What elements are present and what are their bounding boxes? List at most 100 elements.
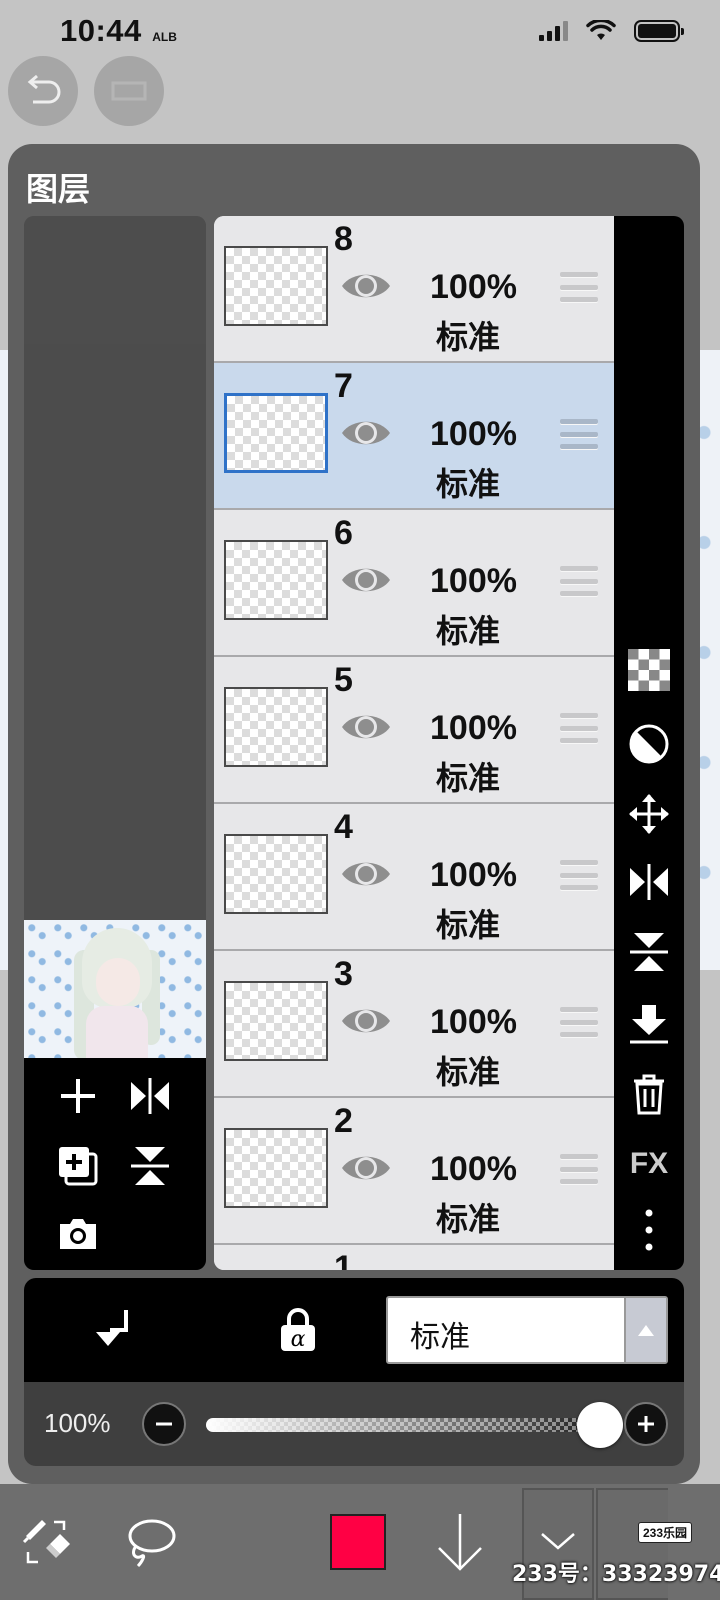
watermark-badge: 233乐园	[638, 1522, 693, 1543]
alpha-lock-icon: α	[281, 1308, 315, 1352]
layer-blend-mode: 标准	[436, 465, 501, 503]
camera-import-button[interactable]	[50, 1206, 106, 1262]
layer-blend-mode: 标准	[436, 906, 501, 944]
brush-eraser-toggle-button[interactable]	[8, 1484, 88, 1600]
opacity-control: 100%	[24, 1382, 684, 1466]
layer-down-button[interactable]	[420, 1484, 500, 1600]
layer-thumbnail[interactable]	[224, 981, 328, 1061]
eye-icon	[342, 274, 390, 298]
layer-thumbnail[interactable]	[224, 834, 328, 914]
opacity-slider-track[interactable]	[206, 1418, 596, 1432]
blend-mode-select[interactable]: 标准	[386, 1296, 668, 1364]
visibility-toggle-button[interactable]	[340, 856, 392, 892]
alpha-lock-button[interactable]: α	[270, 1300, 326, 1360]
layer-right-tools: FX	[614, 216, 684, 1270]
layer-row[interactable]: 5 100% 标准	[214, 657, 614, 804]
lasso-icon	[128, 1519, 176, 1568]
plus-icon	[638, 1416, 654, 1432]
layer-thumbnail[interactable]	[224, 687, 328, 767]
flip-horizontal-icon	[131, 1078, 169, 1114]
watermark-text: 233号：333239745	[512, 1562, 720, 1587]
visibility-toggle-button[interactable]	[340, 562, 392, 598]
eye-icon	[342, 862, 390, 886]
layer-options-bar: α 标准	[24, 1278, 684, 1382]
layer-number: 7	[334, 367, 353, 405]
visibility-toggle-button[interactable]	[340, 415, 392, 451]
flip-layer-horizontal-button[interactable]	[625, 858, 673, 906]
invert-circle-icon	[629, 724, 669, 764]
layer-opacity: 100%	[430, 1003, 517, 1041]
add-layer-button[interactable]	[50, 1068, 106, 1124]
undo-icon	[27, 74, 61, 104]
opacity-increase-button[interactable]	[624, 1402, 668, 1446]
eye-icon	[342, 421, 390, 445]
drag-handle-icon[interactable]	[560, 860, 598, 890]
layer-thumbnail[interactable]	[224, 1128, 328, 1208]
layer-row[interactable]: 7 100% 标准	[214, 363, 614, 510]
layer-thumbnail[interactable]	[224, 246, 328, 326]
layer-panel: 图层 8 100% 标准 7 100% 标准 6 100% 标准 5 100% …	[8, 144, 700, 1484]
duplicate-layer-button[interactable]	[50, 1138, 106, 1194]
layer-blend-mode: 标准	[436, 612, 501, 650]
visibility-toggle-button[interactable]	[340, 1150, 392, 1186]
undo-button[interactable]	[8, 56, 78, 126]
transparency-button[interactable]	[625, 646, 673, 694]
opacity-slider-thumb[interactable]	[577, 1402, 623, 1448]
flip-horizontal-icon	[630, 864, 668, 900]
layer-number: 8	[334, 220, 353, 258]
menu-button[interactable]	[94, 56, 164, 126]
more-options-button[interactable]	[625, 1206, 673, 1254]
layer-number: 5	[334, 661, 353, 699]
flip-horizontal-button[interactable]	[122, 1068, 178, 1124]
visibility-toggle-button[interactable]	[340, 268, 392, 304]
cellular-signal-icon	[539, 21, 568, 41]
plus-icon	[61, 1079, 95, 1113]
status-app-indicator: ALB	[152, 29, 177, 44]
opacity-decrease-button[interactable]	[142, 1402, 186, 1446]
flip-vertical-icon	[630, 933, 668, 971]
delete-layer-button[interactable]	[625, 1070, 673, 1118]
visibility-toggle-button[interactable]	[340, 709, 392, 745]
move-layer-button[interactable]	[625, 790, 673, 838]
drag-handle-icon[interactable]	[560, 1154, 598, 1184]
brush-eraser-icon	[22, 1520, 70, 1564]
status-icons	[539, 20, 684, 42]
battery-icon	[634, 20, 684, 42]
drag-handle-icon[interactable]	[560, 713, 598, 743]
eye-icon	[342, 1156, 390, 1180]
eye-icon	[342, 1009, 390, 1033]
layer-row[interactable]: 2 100% 标准	[214, 1098, 614, 1245]
layer-row[interactable]: 1	[214, 1245, 614, 1270]
layer-blend-mode: 标准	[436, 1200, 501, 1238]
flip-vertical-icon	[131, 1147, 169, 1185]
eye-icon	[342, 715, 390, 739]
invert-button[interactable]	[625, 720, 673, 768]
visibility-toggle-button[interactable]	[340, 1003, 392, 1039]
lasso-tool-button[interactable]	[110, 1484, 190, 1600]
layer-row[interactable]: 4 100% 标准	[214, 804, 614, 951]
flip-layer-vertical-button[interactable]	[625, 928, 673, 976]
wifi-icon	[586, 20, 616, 40]
clipping-button[interactable]	[88, 1302, 144, 1358]
drag-handle-icon[interactable]	[560, 1007, 598, 1037]
layer-row[interactable]: 6 100% 标准	[214, 510, 614, 657]
layer-blend-mode: 标准	[436, 759, 501, 797]
eye-icon	[342, 568, 390, 592]
layer-thumbnail[interactable]	[224, 540, 328, 620]
layer-opacity: 100%	[430, 1150, 517, 1188]
layer-opacity: 100%	[430, 856, 517, 894]
drag-handle-icon[interactable]	[560, 419, 598, 449]
layer-thumbnail[interactable]	[224, 393, 328, 473]
drag-handle-icon[interactable]	[560, 566, 598, 596]
layer-blend-mode: 标准	[436, 1053, 501, 1091]
layer-blend-mode: 标准	[436, 318, 501, 356]
merge-down-button[interactable]	[625, 1000, 673, 1048]
fx-button[interactable]: FX	[625, 1140, 673, 1188]
drag-handle-icon[interactable]	[560, 272, 598, 302]
color-picker-button[interactable]	[318, 1484, 398, 1600]
layer-row[interactable]: 3 100% 标准	[214, 951, 614, 1098]
layers-list[interactable]: 8 100% 标准 7 100% 标准 6 100% 标准 5 100% 标准 4 100% 标准 3 100%…	[214, 216, 614, 1270]
layer-row[interactable]: 8 100% 标准	[214, 216, 614, 363]
flip-vertical-button[interactable]	[122, 1138, 178, 1194]
status-time: 10:44	[60, 13, 142, 48]
